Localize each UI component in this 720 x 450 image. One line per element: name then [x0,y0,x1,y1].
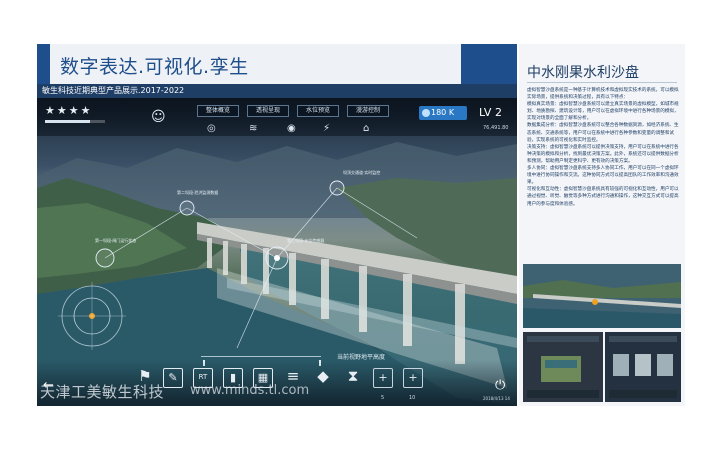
thumbnail-dam-overview [523,264,681,328]
view-mode-tabs: 整体概览 透视呈现 水位预览 漫游控制 [197,105,389,117]
weather-badge[interactable]: 180 K [419,106,467,120]
tab-overview[interactable]: 整体概览 [197,105,239,117]
thumbnail-sandbox-ui [523,332,603,402]
timestamp: 2018/4/13 14 [483,396,510,401]
lightning-icon[interactable]: ⚡ [323,122,330,136]
coordinate-readout: 76,491.80 [483,125,509,131]
description-paragraph: 决策支持：虚拟智慧沙盘系统可以提供决策支持，用户可以在系统中进行各种决策的模拟和… [527,144,679,164]
description-paragraph: 数据集成分析：虚拟智慧沙盘系统可以整合各种数据资源，如经济系统、生态系统、交通系… [527,123,679,143]
plus-icon[interactable]: + [403,368,423,388]
description-paragraph: 虚拟智慧沙盘系统是一种基于计算机技术和虚拟现实技术的系统，可以模拟实际场景，提供… [527,88,679,101]
cloud-icon [422,109,430,117]
scene-label: 坝顶交通道·实时监控 [343,170,381,175]
status-meter [45,120,105,123]
users-icon[interactable]: ☺ [151,110,166,124]
description-paragraph: 多人协同：虚拟智慧沙盘系统支持多人协同工作，用户可以在同一个虚拟环境中进行协同操… [527,166,679,186]
scene-label: 第二坝段·泄洪监测数据 [177,190,219,195]
tab-perspective[interactable]: 透视呈现 [247,105,289,117]
altitude-slider[interactable] [201,356,321,357]
cube-icon[interactable]: ◆ [313,368,333,388]
hourglass-icon[interactable]: ⧗ [343,368,363,388]
scene-label: 第一坝段·闸门运行状态 [95,238,137,243]
slide: 数字表达.可视化.孪生 敏生科技近期典型产品展示.2017-2022 ★★★★ … [0,0,720,450]
level-indicator: LV 2 [479,106,502,119]
page-subtitle: 敏生科技近期典型产品展示.2017-2022 [42,86,185,95]
header-side-block [461,44,517,84]
tab-roaming[interactable]: 漫游控制 [347,105,389,117]
panel-title: 中水刚果水利沙盘 [527,65,639,81]
watermark-company: 天津工美敏生科技 [40,383,165,401]
weather-value: 180 K [431,108,455,117]
plus-icon[interactable]: + [373,368,393,388]
status-meter-fill [45,120,90,123]
rating-stars: ★★★★ [45,104,93,117]
edit-icon[interactable]: ✎ [163,368,183,388]
thumbnail-spillway-ui [605,332,681,402]
home-icon[interactable]: ⌂ [363,122,369,136]
zoom-step-label: 5 [381,395,385,401]
description-paragraph: 模拟真实场景：虚拟智慧沙盘系统可以建立真实场景的虚拟模型，如城市规划、地质勘探、… [527,102,679,122]
header-accent-bar [37,44,50,84]
panel-description: 虚拟智慧沙盘系统是一种基于计算机技术和虚拟现实技术的系统，可以模拟实际场景，提供… [527,87,679,208]
tab-water-level[interactable]: 水位预览 [297,105,339,117]
power-icon[interactable]: ⏻ [495,378,505,393]
page-title: 数字表达.可视化.孪生 [60,56,249,78]
description-paragraph: 可视化和互动性：虚拟智慧沙盘系统具有较强的可视化和互动性，用户可以通过视觉、听觉… [527,187,679,207]
zoom-step-label: 10 [409,395,416,401]
watermark-url: www.minds.tl.com [190,383,310,398]
eye-icon[interactable]: ◉ [287,122,296,136]
panel-divider [527,82,677,83]
dam-3d-viewport[interactable]: ★★★★ 整体概览 透视呈现 水位预览 漫游控制 ☺ ◎ ≋ ◉ ⚡ ⌂ 180… [37,98,517,406]
layers-icon[interactable]: ≋ [249,122,257,136]
scene-label: 第三坝段·水位传感器 [287,238,325,243]
globe-icon[interactable]: ◎ [207,122,216,136]
